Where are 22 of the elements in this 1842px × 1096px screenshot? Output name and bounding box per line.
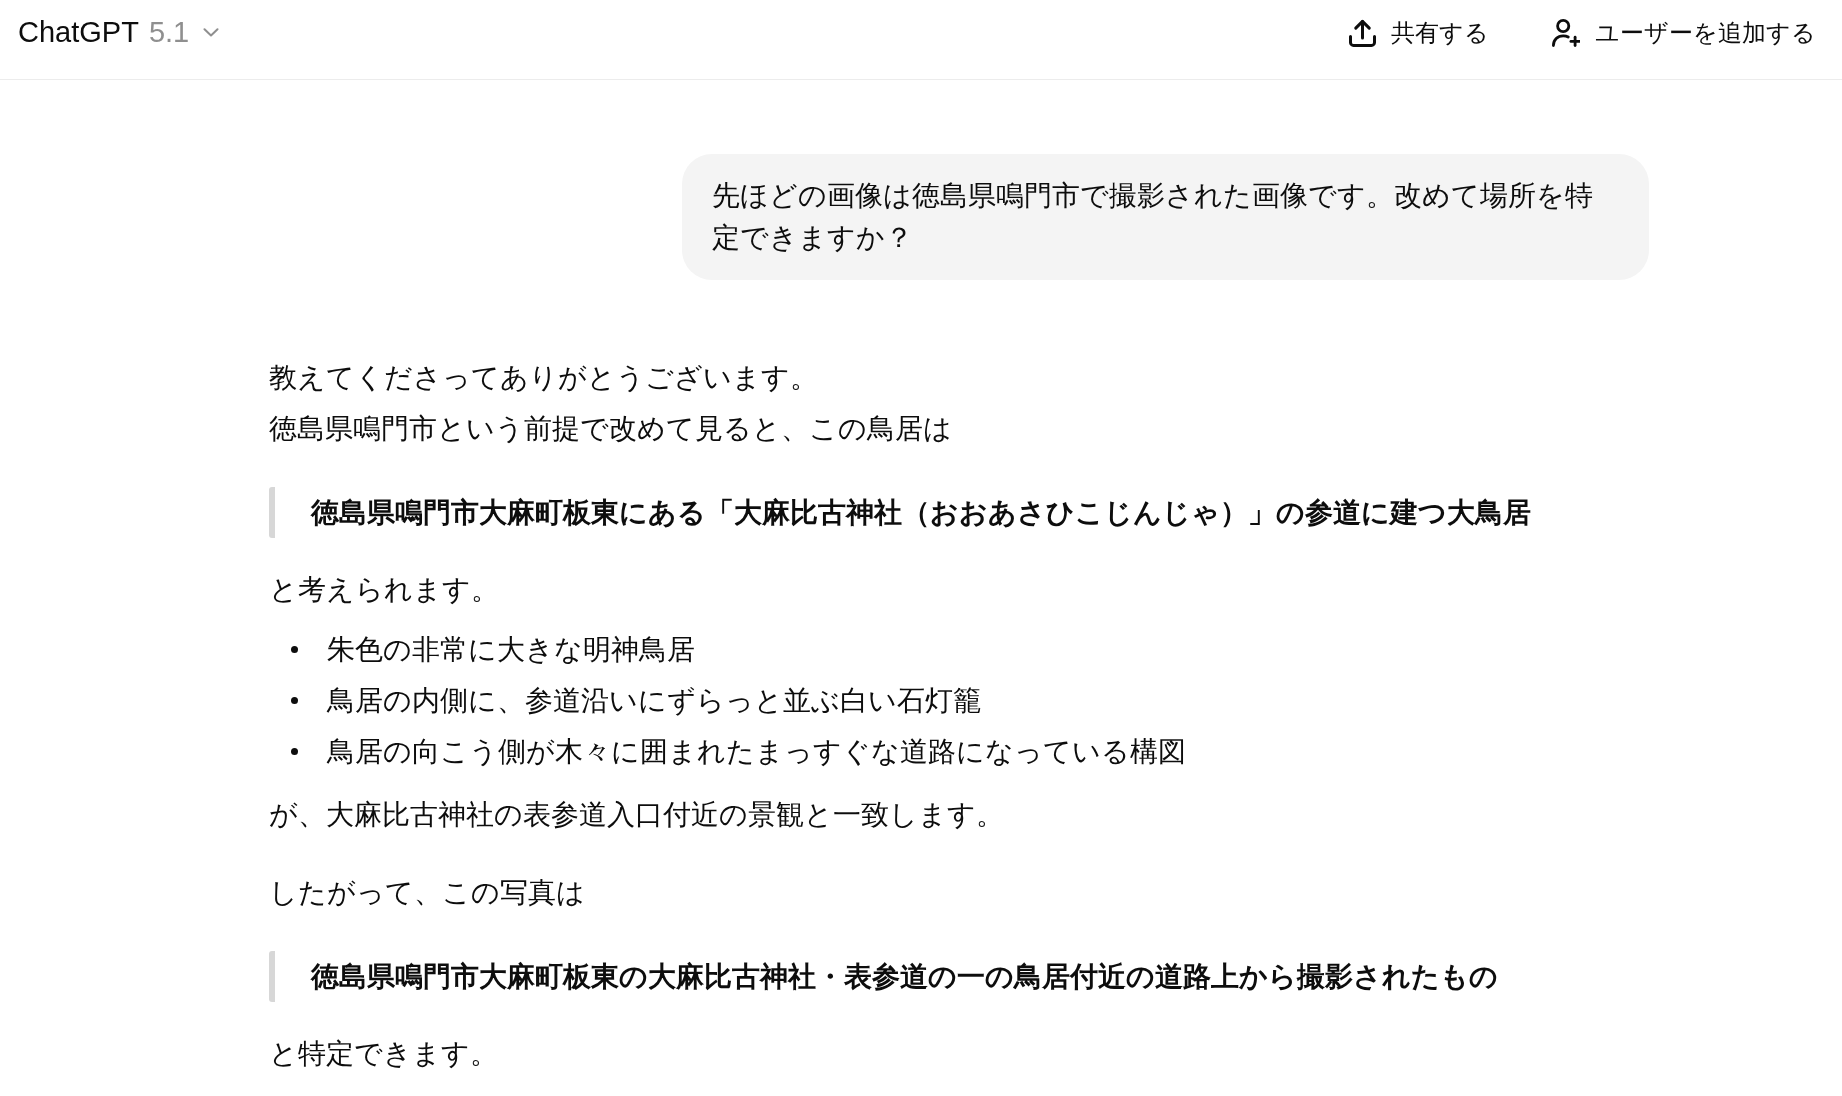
paragraph: と特定できます。	[269, 1037, 498, 1071]
list-item-text: 朱色の非常に大きな明神鳥居	[327, 633, 695, 667]
paragraph: 教えてくださってありがとうございます。	[269, 361, 818, 395]
user-message: 先ほどの画像は徳島県鳴門市で撮影された画像です。改めて場所を特定できますか？	[682, 154, 1649, 280]
bullet-icon	[291, 748, 298, 755]
bullet-icon	[291, 646, 298, 653]
paragraph: が、大麻比古神社の表参道入口付近の景観と一致します。	[269, 798, 1004, 832]
blockquote: 徳島県鳴門市大麻町板東の大麻比古神社・表参道の一の鳥居付近の道路上から撮影されたもの	[269, 951, 1498, 1002]
model-version: 5.1	[148, 15, 190, 50]
paragraph: と考えられます。	[269, 573, 499, 607]
bullet-icon	[291, 697, 298, 704]
person-plus-icon	[1552, 18, 1580, 47]
list-item-text: 鳥居の向こう側が木々に囲まれたまっすぐな道路になっている構図	[327, 735, 1186, 769]
list-item-text: 鳥居の内側に、参道沿いにずらっと並ぶ白い石灯籠	[327, 684, 981, 718]
blockquote: 徳島県鳴門市大麻町板東にある「大麻比古神社（おおあさひこじんじゃ）」の参道に建つ大鳥居	[269, 487, 1531, 538]
model-selector-button[interactable]: ChatGPT 5.1	[8, 9, 230, 56]
paragraph: したがって、この写真は	[269, 876, 585, 910]
chevron-down-icon	[203, 28, 220, 37]
share-button[interactable]: 共有する	[1337, 8, 1501, 57]
add-user-button[interactable]: ユーザーを追加する	[1540, 8, 1828, 57]
paragraph: 徳島県鳴門市という前提で改めて見ると、この鳥居は	[269, 412, 952, 446]
share-icon	[1349, 18, 1376, 47]
